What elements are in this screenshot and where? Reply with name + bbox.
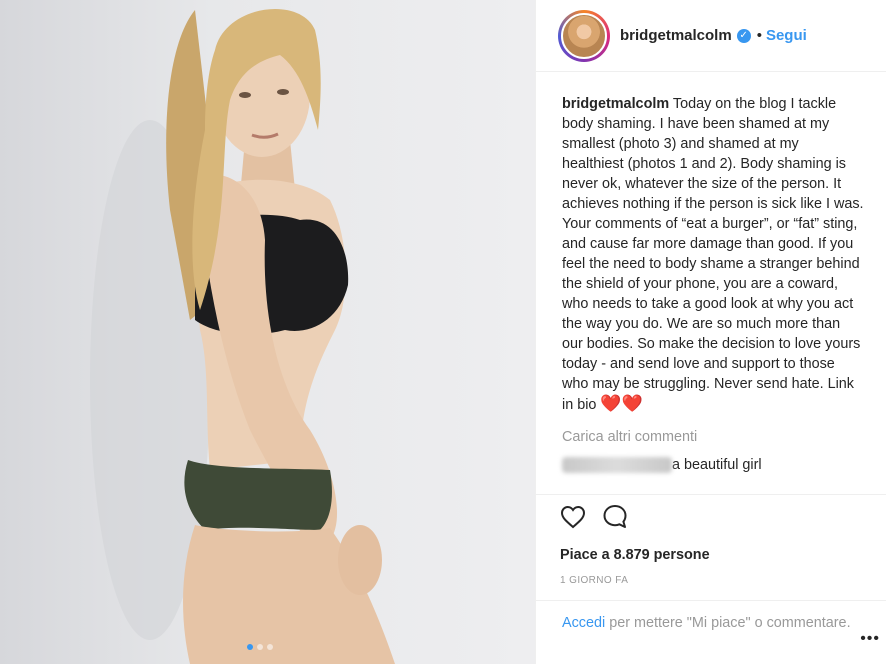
header-username[interactable]: bridgetmalcolm xyxy=(620,27,732,44)
login-link[interactable]: Accedi xyxy=(562,615,605,631)
verified-badge-icon: ✓ xyxy=(736,28,751,43)
speech-bubble-icon[interactable] xyxy=(602,504,628,535)
carousel-dot-1 xyxy=(247,644,253,650)
post-photo[interactable] xyxy=(0,0,535,664)
heart-outline-icon[interactable] xyxy=(560,505,586,534)
instagram-post: bridgetmalcolm ✓ • Segui bridgetmalcolm … xyxy=(0,0,886,664)
carousel-dot-3 xyxy=(267,644,273,650)
post-actions: Piace a 8.879 persone 1 GIORNO FA xyxy=(536,494,886,586)
header-separator: • xyxy=(756,27,762,44)
blurred-commenter-username xyxy=(562,457,672,474)
follow-button[interactable]: Segui xyxy=(766,27,807,44)
post-sidebar: bridgetmalcolm ✓ • Segui bridgetmalcolm … xyxy=(535,0,886,664)
comment-text: a beautiful girl xyxy=(672,457,762,473)
post-timestamp: 1 GIORNO FA xyxy=(560,575,629,586)
caption-text: Today on the blog I tackle body shaming.… xyxy=(562,96,864,413)
more-options-icon[interactable]: ••• xyxy=(860,630,880,648)
load-more-comments-button[interactable]: Carica altri commenti xyxy=(562,429,864,445)
post-caption: bridgetmalcolm Today on the blog I tackl… xyxy=(562,94,864,415)
comments-section: bridgetmalcolm Today on the blog I tackl… xyxy=(536,72,886,474)
comment-item: a beautiful girl xyxy=(562,457,864,474)
avatar-image xyxy=(561,12,607,59)
post-header: bridgetmalcolm ✓ • Segui xyxy=(536,0,886,72)
caption-username[interactable]: bridgetmalcolm xyxy=(562,96,669,112)
likes-count[interactable]: Piace a 8.879 persone xyxy=(560,547,886,563)
carousel-dot-2 xyxy=(257,644,263,650)
photo-illustration xyxy=(90,8,395,664)
carousel-indicator xyxy=(247,644,273,650)
login-prompt-text: per mettere "Mi piace" o commentare. xyxy=(609,615,851,631)
login-prompt: Accedi per mettere "Mi piace" o commenta… xyxy=(536,600,886,633)
hearts-emoji: ❤️❤️ xyxy=(600,394,643,413)
avatar[interactable] xyxy=(558,9,610,62)
action-icons xyxy=(560,504,886,535)
